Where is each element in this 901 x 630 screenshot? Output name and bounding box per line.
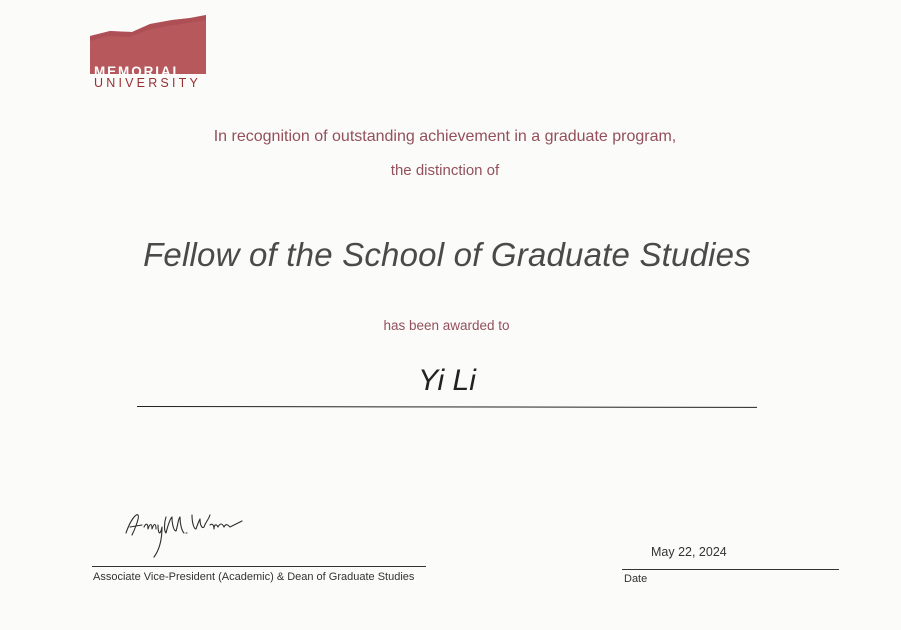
- distinction-intro-text: the distinction of: [390, 162, 500, 179]
- date-label: Date: [624, 573, 648, 585]
- recipient-name: Yi Li: [418, 364, 476, 397]
- recipient-underline: [136, 406, 758, 408]
- awarded-to-text: has been awarded to: [383, 318, 510, 333]
- signature-line: [92, 566, 426, 567]
- memorial-university-logo: MEMORIAL UNIVERSITY: [88, 14, 210, 90]
- date-line: [622, 569, 839, 570]
- signatory-title: Associate Vice-President (Academic) & De…: [93, 571, 415, 583]
- recognition-text: In recognition of outstanding achievemen…: [213, 128, 677, 145]
- logo-wordmark-university: UNIVERSITY: [94, 76, 202, 90]
- distinction-title: Fellow of the School of Graduate Studies: [143, 236, 751, 273]
- certificate-page: MEMORIAL UNIVERSITY In recognition of ou…: [0, 0, 901, 630]
- handwritten-signature: [125, 514, 243, 558]
- award-date: May 22, 2024: [651, 545, 727, 559]
